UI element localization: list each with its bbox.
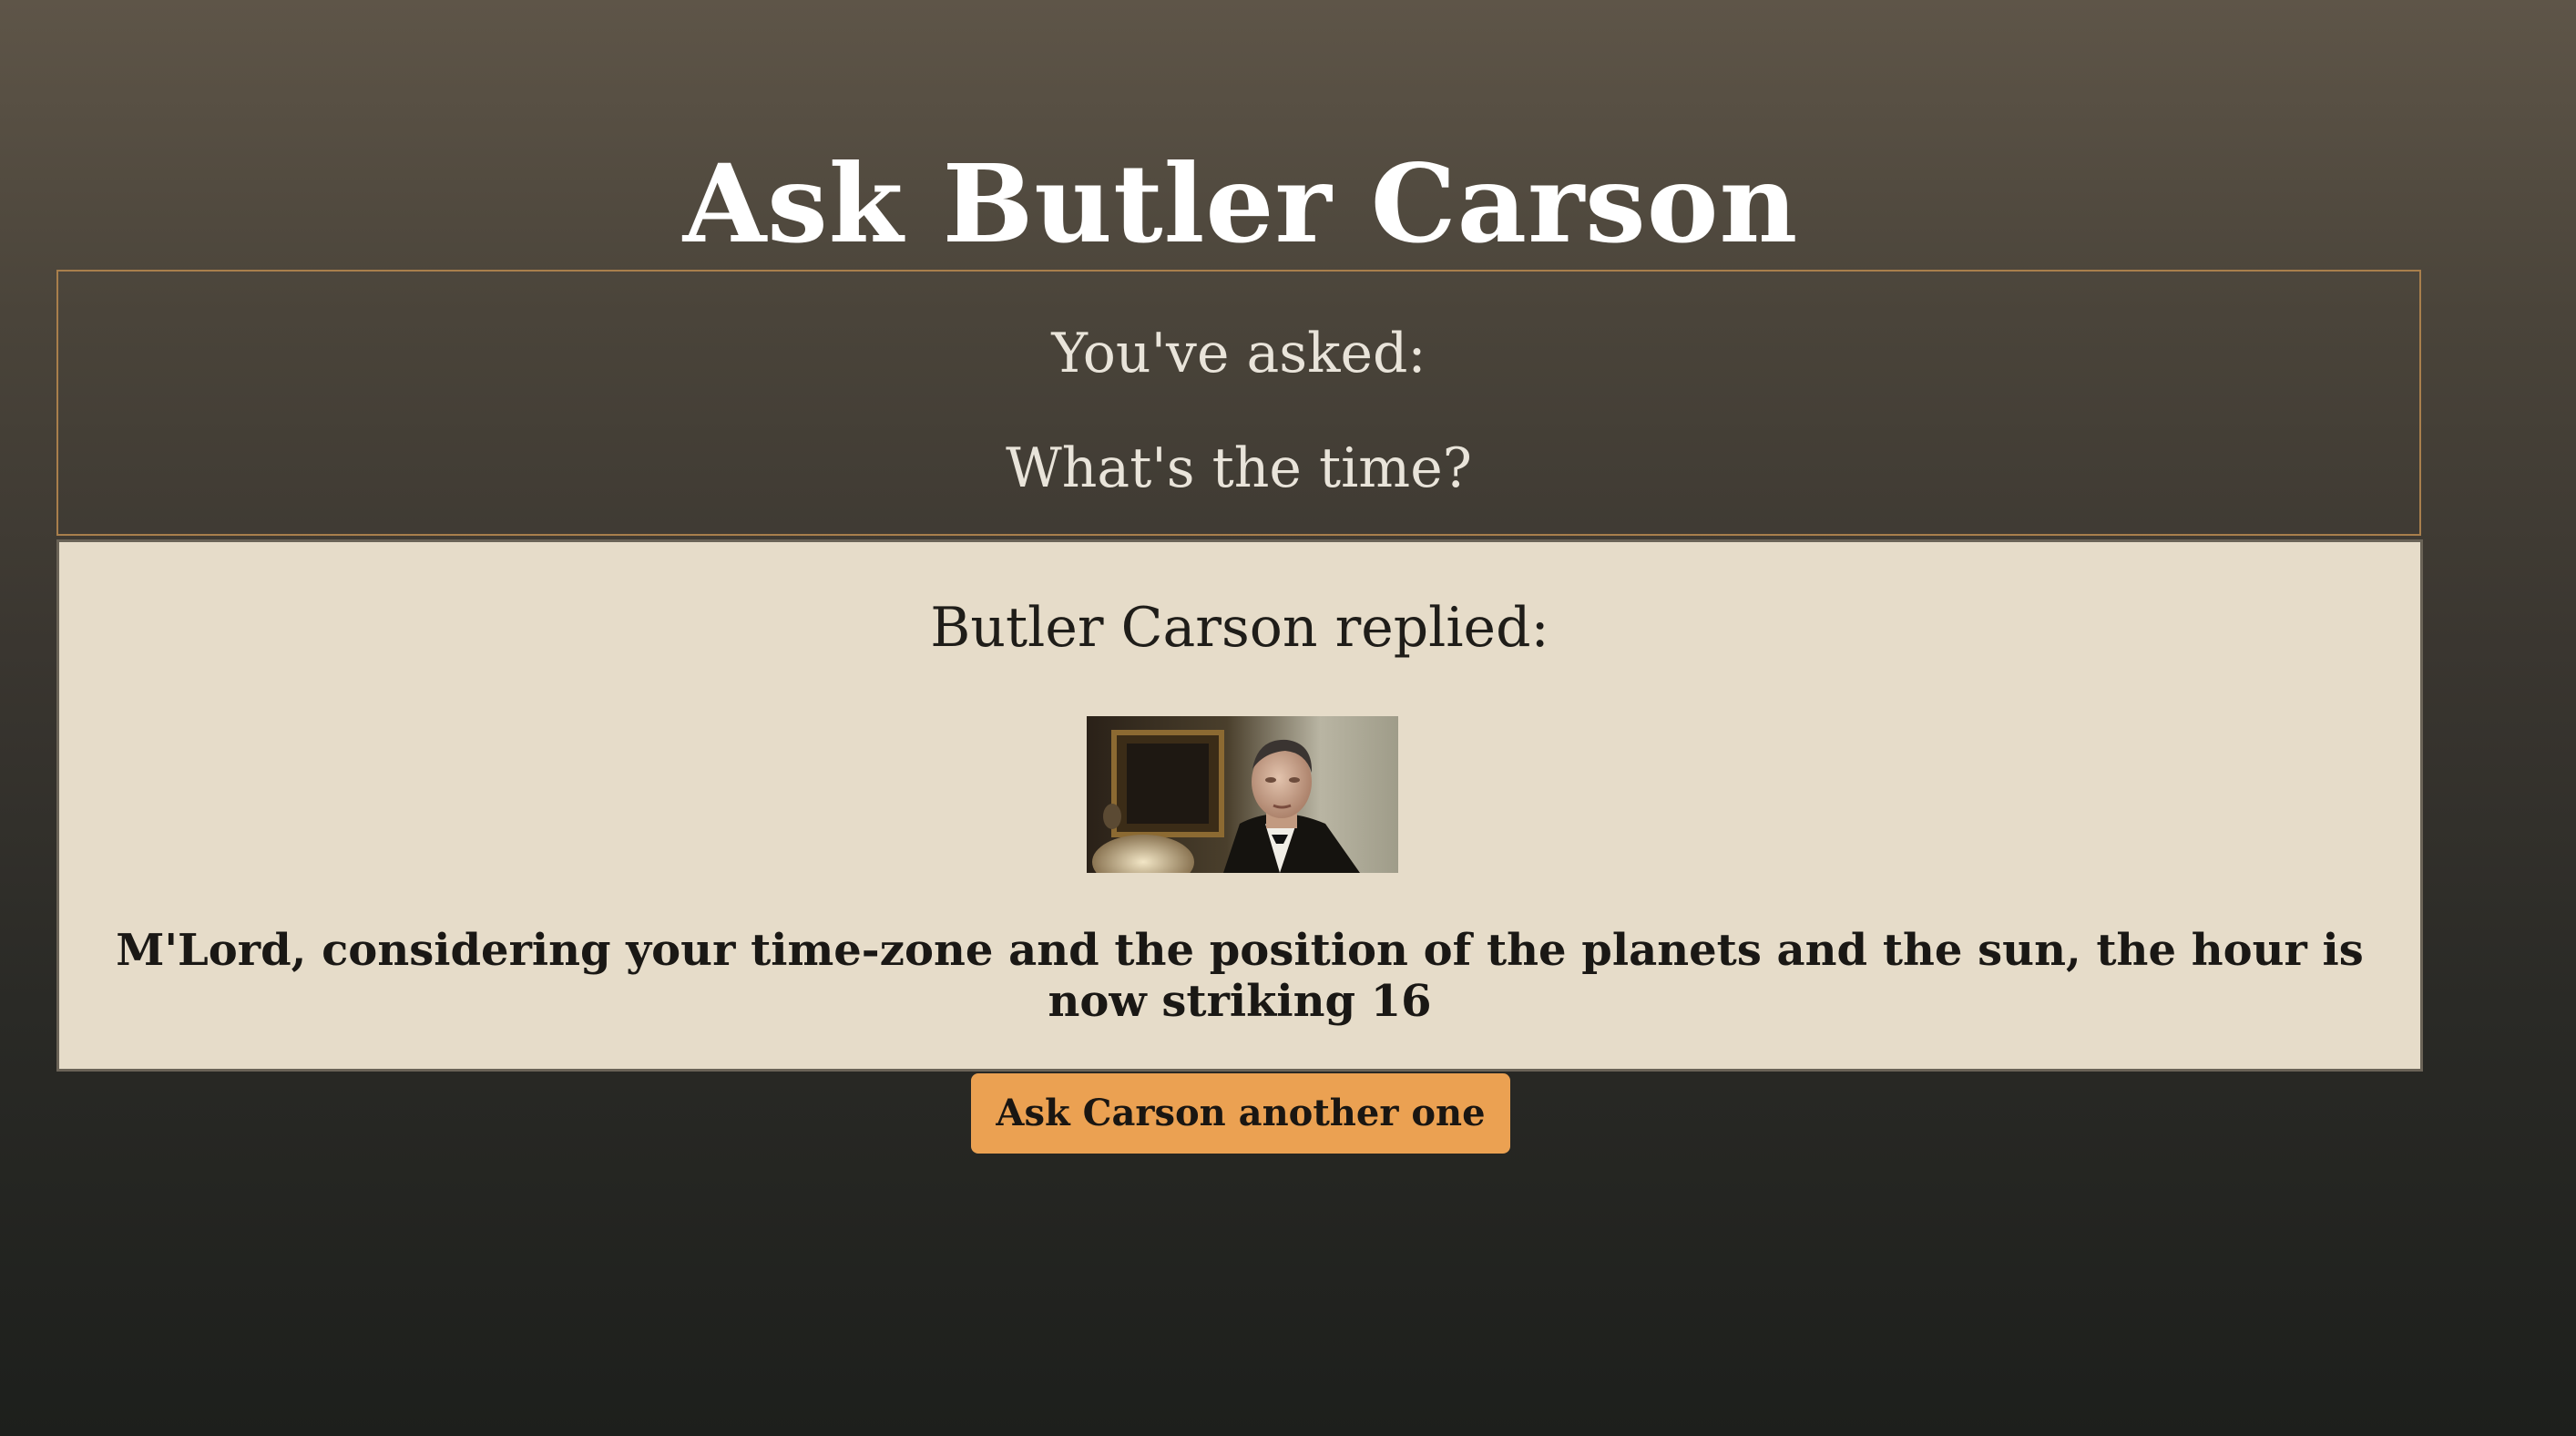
page-title: Ask Butler Carson [682,140,1799,268]
reply-panel: Butler Carson replied: M'Lord, consideri… [56,539,2423,1072]
reply-label: Butler Carson replied: [930,596,1549,660]
ask-another-button[interactable]: Ask Carson another one [971,1073,1510,1154]
question-panel: You've asked: What's the time? [56,270,2421,536]
butler-portrait-image [1087,716,1398,873]
question-label: You've asked: [1051,322,1426,385]
reply-text: M'Lord, considering your time-zone and t… [116,925,2364,1027]
question-text: What's the time? [1006,436,1472,500]
